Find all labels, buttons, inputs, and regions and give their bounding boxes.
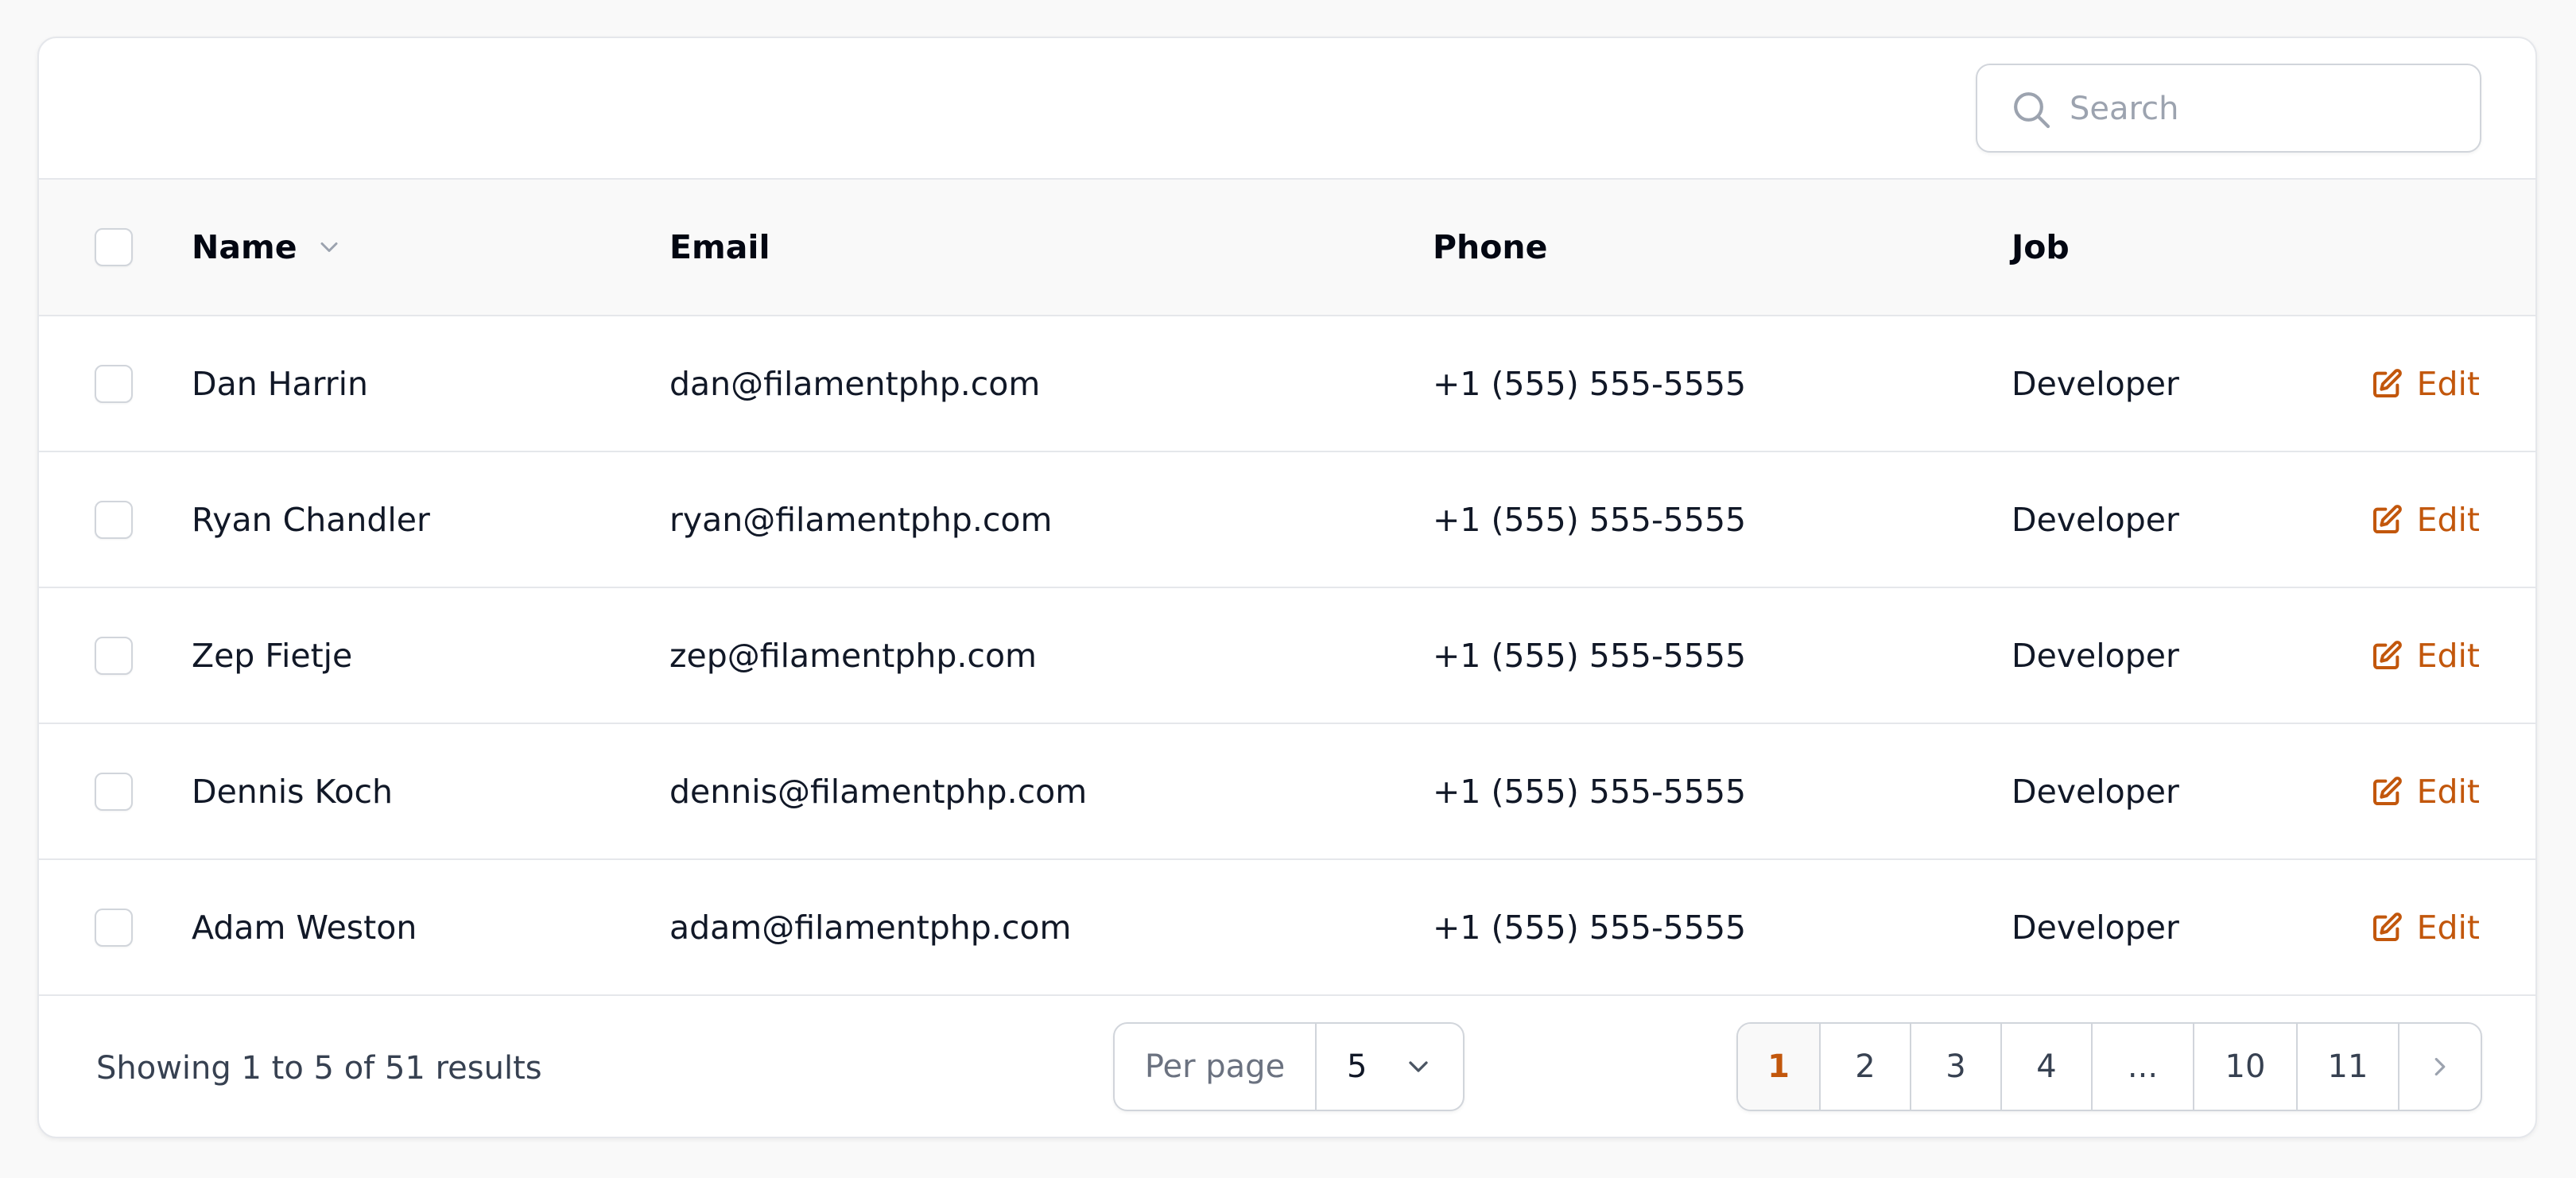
table-card: Name Email Phone Job Dan Harrin dan@fila…	[37, 37, 2537, 1138]
per-page-value: 5	[1347, 1048, 1368, 1085]
page-button-11[interactable]: 11	[2298, 1024, 2399, 1110]
row-checkbox[interactable]	[95, 364, 133, 403]
cell-email: ryan@filamentphp.com	[669, 500, 1053, 539]
cell-job: Developer	[2012, 636, 2179, 675]
edit-button[interactable]: Edit	[2371, 724, 2480, 858]
cell-name: Adam Weston	[192, 908, 417, 947]
cell-name: Dan Harrin	[192, 364, 369, 403]
results-summary: Showing 1 to 5 of 51 results	[96, 1049, 542, 1087]
edit-label: Edit	[2416, 908, 2480, 947]
select-all-checkbox[interactable]	[95, 228, 133, 266]
cell-job: Developer	[2012, 364, 2179, 403]
edit-label: Edit	[2416, 772, 2480, 811]
column-header-name-label: Name	[192, 228, 297, 266]
edit-icon	[2372, 640, 2402, 669]
page-button-1[interactable]: 1	[1738, 1024, 1821, 1110]
row-checkbox[interactable]	[95, 500, 133, 539]
per-page-control: Per page 5	[1113, 1022, 1465, 1111]
page-ellipsis: ...	[2093, 1024, 2194, 1110]
per-page-select[interactable]: 5	[1317, 1024, 1463, 1110]
table-row: Dennis Koch dennis@filamentphp.com +1 (5…	[39, 724, 2535, 860]
table-footer: Showing 1 to 5 of 51 results Per page 5 …	[39, 996, 2535, 1137]
edit-button[interactable]: Edit	[2371, 316, 2480, 451]
cell-phone: +1 (555) 555-5555	[1433, 636, 1747, 675]
chevron-down-icon[interactable]	[315, 233, 343, 262]
search-box[interactable]	[1976, 64, 2481, 153]
page-button-2[interactable]: 2	[1821, 1024, 1911, 1110]
cell-phone: +1 (555) 555-5555	[1433, 908, 1747, 947]
table-row: Dan Harrin dan@filamentphp.com +1 (555) …	[39, 316, 2535, 452]
edit-icon	[2372, 776, 2402, 805]
table-row: Adam Weston adam@filamentphp.com +1 (555…	[39, 860, 2535, 996]
cell-job: Developer	[2012, 772, 2179, 811]
cell-name: Ryan Chandler	[192, 500, 430, 539]
search-input[interactable]	[2068, 67, 2469, 151]
edit-button[interactable]: Edit	[2371, 588, 2480, 723]
edit-button[interactable]: Edit	[2371, 452, 2480, 587]
row-checkbox[interactable]	[95, 636, 133, 675]
cell-email: dan@filamentphp.com	[669, 364, 1041, 403]
search-icon	[2014, 92, 2050, 129]
edit-button[interactable]: Edit	[2371, 860, 2480, 994]
chevron-down-icon	[1409, 1061, 1428, 1072]
edit-icon	[2372, 912, 2402, 941]
column-header-phone: Phone	[1433, 228, 1548, 266]
chevron-right-icon	[2434, 1057, 2446, 1076]
table-row: Ryan Chandler ryan@filamentphp.com +1 (5…	[39, 452, 2535, 588]
edit-label: Edit	[2416, 636, 2480, 675]
row-checkbox[interactable]	[95, 908, 133, 947]
table-row: Zep Fietje zep@filamentphp.com +1 (555) …	[39, 588, 2535, 724]
cell-email: adam@filamentphp.com	[669, 908, 1072, 947]
next-page-button[interactable]	[2399, 1024, 2481, 1110]
per-page-label: Per page	[1115, 1024, 1317, 1110]
page-button-4[interactable]: 4	[2002, 1024, 2093, 1110]
edit-label: Edit	[2416, 364, 2480, 403]
cell-job: Developer	[2012, 500, 2179, 539]
pagination: 1 2 3 4 ... 10 11	[1736, 1022, 2482, 1111]
cell-phone: +1 (555) 555-5555	[1433, 772, 1747, 811]
page-button-10[interactable]: 10	[2194, 1024, 2298, 1110]
cell-email: zep@filamentphp.com	[669, 636, 1037, 675]
table-header-row: Name Email Phone Job	[39, 180, 2535, 316]
edit-icon	[2372, 368, 2402, 397]
row-checkbox[interactable]	[95, 772, 133, 811]
column-header-email: Email	[669, 228, 770, 266]
cell-job: Developer	[2012, 908, 2179, 947]
cell-phone: +1 (555) 555-5555	[1433, 364, 1747, 403]
edit-label: Edit	[2416, 500, 2480, 539]
cell-email: dennis@filamentphp.com	[669, 772, 1088, 811]
cell-phone: +1 (555) 555-5555	[1433, 500, 1747, 539]
table-toolbar	[39, 38, 2535, 180]
column-header-job: Job	[2012, 228, 2070, 266]
cell-name: Zep Fietje	[192, 636, 353, 675]
column-header-name[interactable]: Name	[192, 180, 343, 315]
edit-icon	[2372, 504, 2402, 533]
cell-name: Dennis Koch	[192, 772, 394, 811]
page-button-3[interactable]: 3	[1911, 1024, 2002, 1110]
